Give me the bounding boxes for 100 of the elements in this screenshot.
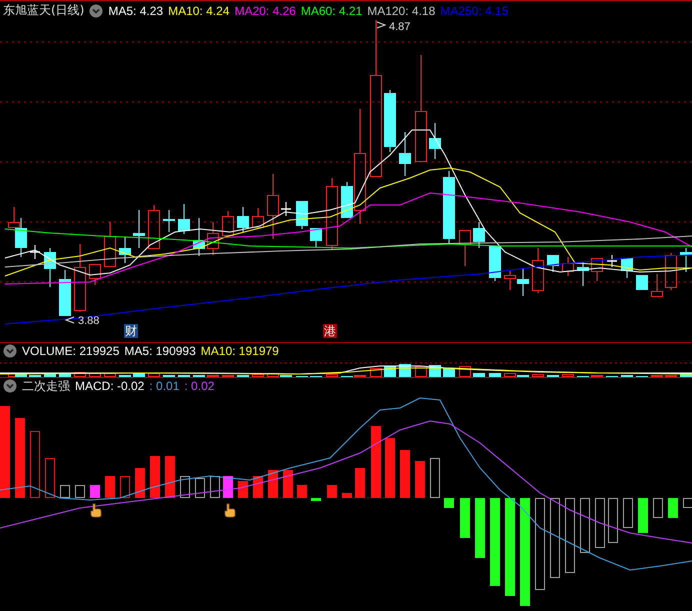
candlestick <box>429 122 441 160</box>
candlestick <box>222 210 234 236</box>
macd-bar <box>400 450 410 498</box>
candlestick <box>665 252 677 290</box>
candlestick <box>252 208 264 228</box>
macd-bar <box>653 498 663 518</box>
candlestick <box>473 222 485 248</box>
indicator-value: MA5: 190993 <box>124 344 196 358</box>
macd-bar <box>165 456 175 498</box>
candlestick <box>310 228 322 248</box>
candlestick <box>680 248 692 272</box>
collapse-toggle-icon[interactable] <box>89 4 104 18</box>
volume-bar <box>326 374 338 377</box>
indicator-title: 二次走强 <box>22 378 70 394</box>
candlestick <box>74 244 86 312</box>
macd-bar <box>75 485 85 498</box>
candlestick <box>281 202 291 216</box>
macd-bar <box>45 458 55 498</box>
volume-bar <box>89 373 101 377</box>
macd-bar <box>60 485 70 498</box>
macd-bar <box>120 476 130 498</box>
candlestick <box>591 258 603 282</box>
collapse-toggle-icon[interactable] <box>3 344 17 358</box>
event-tag[interactable]: 港 <box>323 324 337 338</box>
macd-bar <box>238 481 248 498</box>
high-price-label: 4.87 <box>389 21 410 33</box>
macd-bar <box>283 470 293 498</box>
macd-bar <box>223 476 233 498</box>
candlestick <box>133 210 145 248</box>
macd-bar <box>90 485 100 498</box>
volume-bar <box>415 366 427 377</box>
candlestick <box>89 264 101 286</box>
low-price-label: 3.88 <box>78 315 100 327</box>
macd-bar <box>460 498 470 538</box>
candlestick <box>30 244 40 260</box>
volume-bar <box>459 366 471 377</box>
volume-bar <box>473 373 485 377</box>
macd-bar <box>327 485 337 498</box>
candlestick <box>119 236 131 264</box>
candlestick <box>104 222 116 267</box>
candlestick <box>207 222 219 256</box>
collapse-toggle-icon[interactable] <box>3 379 17 393</box>
candlestick <box>44 248 56 288</box>
indicator-value: MA120: 4.18 <box>367 4 436 18</box>
hand-pointer-icon <box>90 504 102 518</box>
indicator-value: MA60: 4.21 <box>300 4 362 18</box>
candlestick <box>489 246 501 282</box>
macd-bar <box>475 498 485 558</box>
macd-bar <box>297 485 307 498</box>
leader-line <box>64 316 74 324</box>
indicator-value: MA20: 4.26 <box>234 4 296 18</box>
candlestick <box>651 274 663 297</box>
volume-bar <box>133 373 145 377</box>
leader-line <box>376 22 386 28</box>
volume-bar <box>562 374 574 377</box>
volume-bar <box>370 368 382 377</box>
macd-bar <box>355 468 365 498</box>
macd-bar <box>342 493 352 498</box>
candlestick <box>636 275 648 290</box>
volume-bar <box>59 374 71 377</box>
macd-bar <box>30 431 40 498</box>
candlestick <box>562 256 574 276</box>
volume-bar <box>104 373 116 377</box>
macd-bar <box>135 468 145 498</box>
candlestick <box>532 248 544 294</box>
macd-bar <box>683 498 692 508</box>
macd-bar <box>268 470 278 498</box>
macd-bar <box>253 476 263 498</box>
indicator-value: MACD: -0.02 <box>75 379 144 393</box>
volume-bar <box>148 373 160 377</box>
candlestick <box>577 262 589 286</box>
candlestick <box>547 255 559 272</box>
candlestick <box>178 204 190 234</box>
candlestick <box>296 201 308 230</box>
macd-bar <box>623 498 633 528</box>
indicator-value: MA250: 4.15 <box>440 4 508 18</box>
candlestick <box>59 270 71 316</box>
volume-bar <box>532 374 544 377</box>
hand-pointer-icon <box>224 504 236 518</box>
indicator-value: MA5: 4.23 <box>108 4 164 18</box>
event-tag[interactable]: 财 <box>124 324 138 338</box>
volume-bar <box>74 372 86 377</box>
macd-bar <box>415 461 425 498</box>
indicator-value: MA10: 4.24 <box>168 4 230 18</box>
macd-bar <box>638 498 648 533</box>
candlestick <box>267 174 279 240</box>
macd-bar <box>311 498 321 501</box>
volume-bar <box>680 374 692 377</box>
macd-bar <box>595 498 605 548</box>
macd-bar <box>385 438 395 498</box>
candlestick <box>193 218 205 256</box>
indicator-value: : 0.02 <box>184 379 214 393</box>
macd-bar <box>195 478 205 498</box>
indicator-value: MA10: 191979 <box>200 344 279 358</box>
volume-bar <box>489 373 501 377</box>
macd-bar <box>150 456 160 498</box>
volume-bar <box>252 374 264 377</box>
candlestick <box>399 132 411 176</box>
macd-bar <box>371 426 381 498</box>
macd-bar <box>668 498 678 518</box>
